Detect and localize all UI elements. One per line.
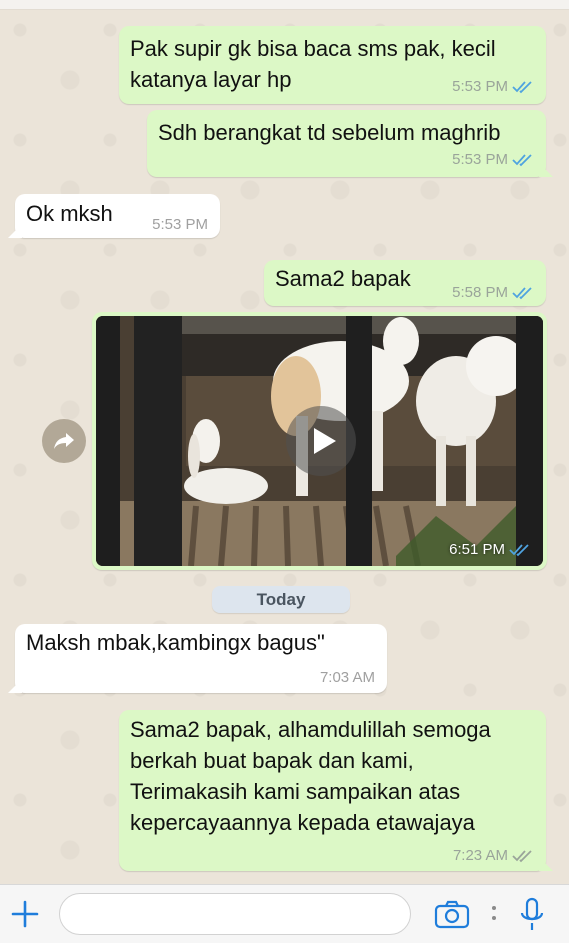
message-meta: 5:53 PM: [452, 151, 534, 169]
message-text: Pak supir gk bisa baca sms pak, kecil ka…: [130, 36, 496, 92]
message-bubble-outgoing[interactable]: Pak supir gk bisa baca sms pak, kecil ka…: [119, 26, 546, 104]
bubble-tail: [8, 224, 22, 238]
video-message[interactable]: 6:51 PM: [92, 312, 547, 570]
message-bubble-incoming[interactable]: Maksh mbak,kambingx bagus" 7:03 AM: [8, 624, 387, 693]
delivered-ticks-icon: [512, 850, 532, 863]
message-meta: 5:58 PM: [452, 284, 534, 302]
video-meta: 6:51 PM: [449, 541, 531, 558]
read-ticks-icon: [512, 81, 532, 94]
date-separator: Today: [212, 586, 350, 613]
play-icon[interactable]: [286, 406, 356, 476]
message-time: 5:53 PM: [452, 151, 508, 168]
message-meta: 7:23 AM: [453, 847, 534, 865]
camera-icon[interactable]: [434, 899, 470, 929]
read-ticks-icon: [512, 287, 532, 300]
message-text: Maksh mbak,kambingx bagus": [26, 630, 325, 655]
bubble-tail: [539, 163, 553, 177]
message-input[interactable]: [59, 893, 411, 935]
message-meta: 7:03 AM: [320, 669, 375, 687]
video-thumbnail[interactable]: 6:51 PM: [96, 316, 543, 566]
top-edge: [0, 0, 569, 10]
message-text: Sama2 bapak, alhamdulillah semoga berkah…: [130, 717, 491, 835]
video-time: 6:51 PM: [449, 541, 505, 558]
microphone-icon[interactable]: [518, 897, 546, 933]
message-bubble-outgoing[interactable]: Sdh berangkat td sebelum maghrib 5:53 PM: [147, 110, 553, 177]
message-time: 5:58 PM: [452, 284, 508, 301]
message-text: Sdh berangkat td sebelum maghrib: [158, 120, 501, 145]
plus-icon[interactable]: [10, 899, 40, 929]
message-text: Sama2 bapak: [275, 266, 411, 291]
message-input-bar: [0, 884, 569, 943]
read-ticks-icon: [509, 543, 529, 556]
message-meta: 5:53 PM: [452, 78, 534, 96]
message-bubble-outgoing[interactable]: Sama2 bapak, alhamdulillah semoga berkah…: [119, 710, 553, 871]
message-bubble-incoming[interactable]: Ok mksh 5:53 PM: [8, 194, 220, 238]
message-time: 5:53 PM: [452, 78, 508, 95]
read-ticks-icon: [512, 154, 532, 167]
message-bubble-outgoing[interactable]: Sama2 bapak 5:58 PM: [264, 260, 546, 306]
message-meta: 5:53 PM: [152, 216, 208, 234]
message-time: 7:03 AM: [319, 669, 375, 686]
message-time: 7:23 AM: [452, 847, 508, 864]
more-dots-icon[interactable]: [490, 901, 498, 927]
chat-background: Pak supir gk bisa baca sms pak, kecil ka…: [0, 0, 569, 884]
bubble-tail: [8, 679, 22, 693]
forward-arrow-icon: [54, 433, 74, 449]
bubble-tail: [539, 857, 553, 871]
message-text: Ok mksh: [26, 201, 113, 226]
message-time: 5:53 PM: [152, 216, 208, 233]
forward-button[interactable]: [42, 419, 86, 463]
